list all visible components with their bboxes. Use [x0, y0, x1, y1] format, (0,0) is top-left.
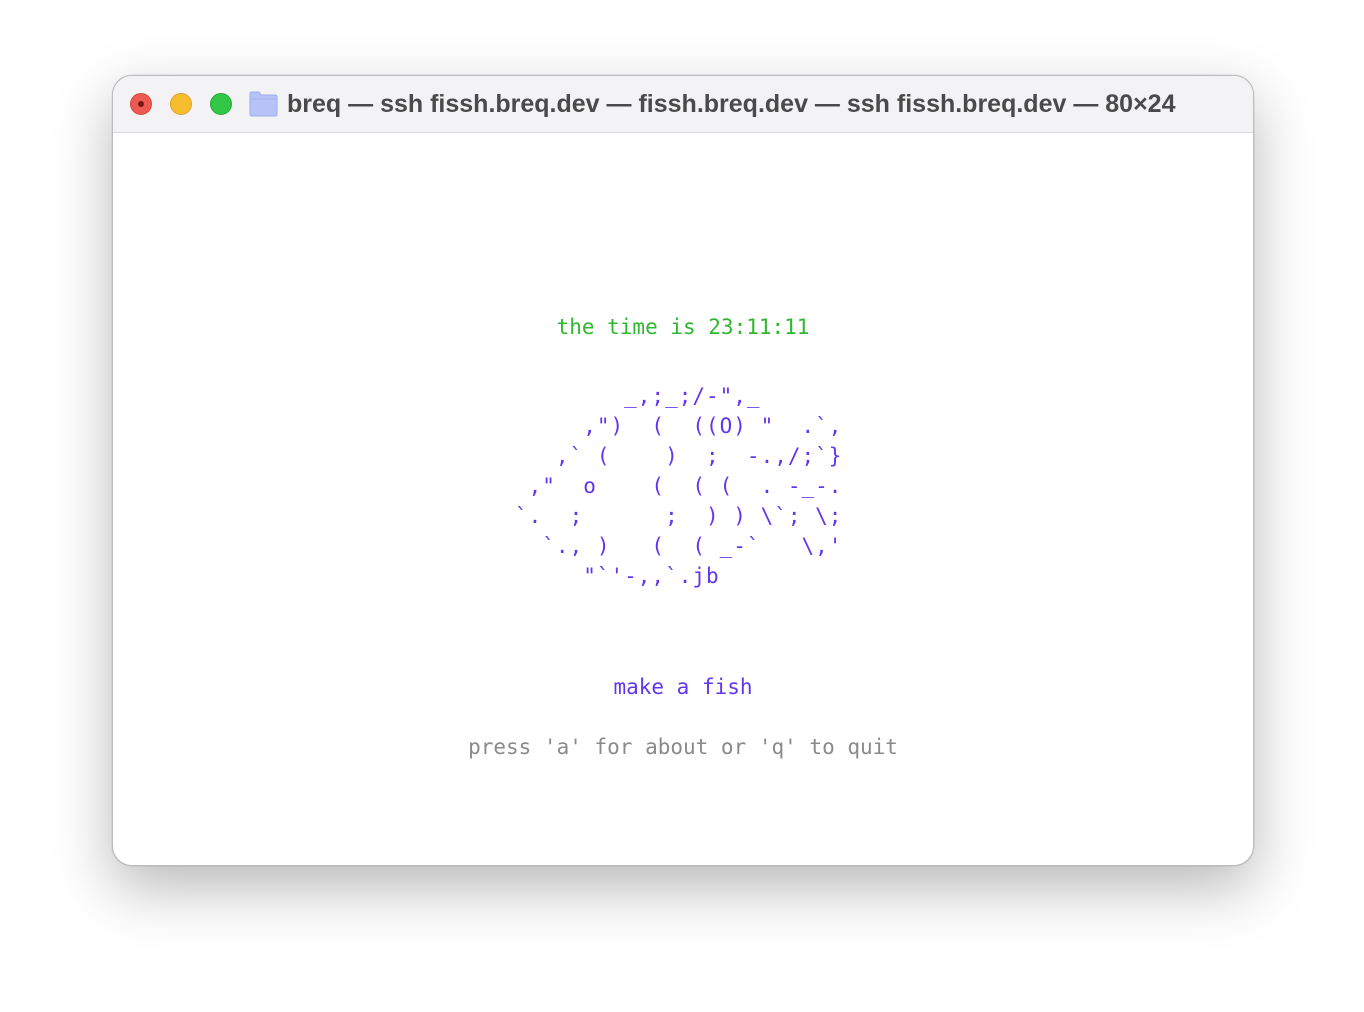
- clock-text: the time is 23:11:11: [556, 315, 810, 339]
- folder-icon: [249, 91, 278, 117]
- make-fish-option[interactable]: make a fish: [113, 675, 1253, 699]
- terminal-window: breq — ssh fissh.breq.dev — fissh.breq.d…: [112, 75, 1254, 866]
- terminal-content[interactable]: the time is 23:11:11 _,;_;/-",_ ,") ( ((…: [113, 133, 1253, 865]
- close-dot-icon: [138, 101, 144, 107]
- close-button[interactable]: [130, 93, 152, 115]
- key-hint-text: press 'a' for about or 'q' to quit: [468, 735, 898, 759]
- zoom-button[interactable]: [210, 93, 232, 115]
- minimize-button[interactable]: [170, 93, 192, 115]
- title-bar[interactable]: breq — ssh fissh.breq.dev — fissh.breq.d…: [113, 76, 1253, 133]
- window-title: breq — ssh fissh.breq.dev — fissh.breq.d…: [287, 90, 1176, 118]
- fish-ascii-art: _,;_;/-",_ ,") ( ((O) " .`, ,` ( ) ; -.,…: [515, 384, 843, 588]
